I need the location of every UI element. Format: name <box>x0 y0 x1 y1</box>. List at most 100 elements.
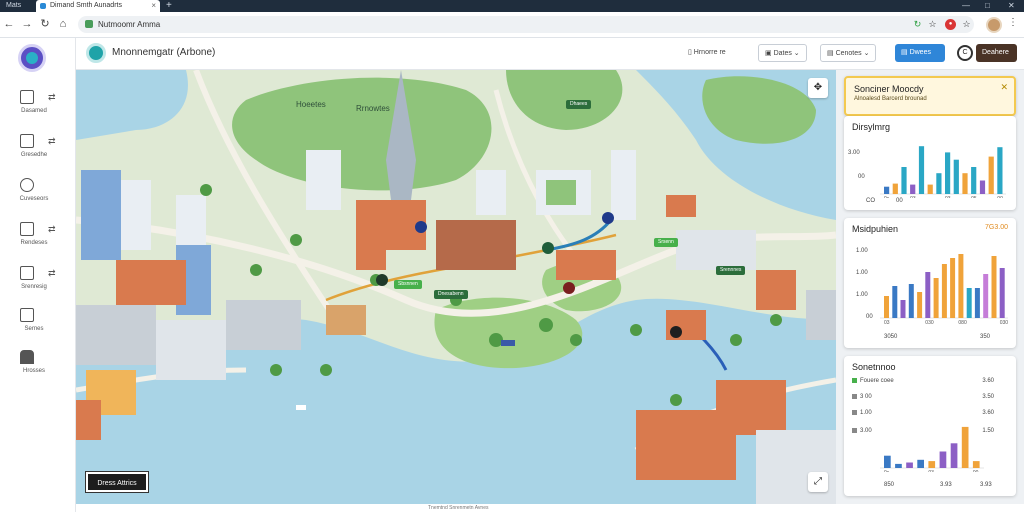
map-app-icon <box>86 43 106 63</box>
chart-bar <box>892 286 898 318</box>
compass-icon[interactable]: ✥ <box>808 78 828 98</box>
x-tick-label: 0s <box>884 196 890 198</box>
browser-tab-active[interactable]: Dimand Smth Aunadrts × <box>36 0 160 12</box>
cenotes-dropdown-label: Cenotes <box>835 50 862 57</box>
minimize-icon[interactable]: — <box>962 0 970 12</box>
back-icon[interactable]: ← <box>2 17 16 31</box>
alert-subtitle: Alnoalesd Barcerd brounad <box>854 96 927 102</box>
page-title: Mnonnemgatr (Arbone) <box>112 47 216 58</box>
url-bar[interactable]: Nutmoomr Amma ↻ ☆ ● ☆ <box>78 16 974 33</box>
sidebar-item-label: Dasamed <box>21 108 47 114</box>
filter-button[interactable]: ▯ Hrnorre re <box>682 44 732 62</box>
cenotes-dropdown[interactable]: ▤ Cenotes ⌄ <box>820 44 877 62</box>
map-route-tag[interactable]: Dnesabenn <box>434 290 468 299</box>
legend-value: 3.50 <box>982 394 994 400</box>
deahere-button[interactable]: Deahere <box>976 44 1017 62</box>
chart-bar <box>991 256 997 318</box>
map-route-tag[interactable]: Sbsnnen <box>394 280 422 289</box>
list-icon <box>20 308 34 322</box>
home-icon[interactable]: ⌂ <box>56 17 70 31</box>
chart-bar <box>983 274 989 318</box>
sidebar-item-label: Sernes <box>24 326 44 332</box>
legend-swatch <box>852 394 857 399</box>
sidebar-item-srenresig[interactable]: ⇄ Srenresig <box>6 266 70 306</box>
map-place-label: Rrnowtes <box>356 104 390 113</box>
sidebar-item-gresedhe[interactable]: ⇄ Gresedhe <box>6 134 70 174</box>
chart-bar <box>950 443 958 468</box>
new-tab-button[interactable]: + <box>166 0 172 11</box>
sidebar-item-label: Rendeses <box>20 240 48 246</box>
gauge-icon <box>20 178 34 192</box>
legend-value: 3.60 <box>982 378 994 384</box>
chart-bar <box>917 292 923 318</box>
chart-bar <box>933 278 939 318</box>
chart-bar <box>884 296 889 318</box>
x-tick-label: 00 <box>896 198 903 204</box>
dates-dropdown-label: Dates <box>773 50 792 57</box>
expand-icon: ⇄ <box>48 136 56 146</box>
chart-bar <box>884 186 890 194</box>
sidebar-item-label: Cuveseors <box>19 196 49 202</box>
chart-card-value: 7G3.00 <box>985 224 1008 231</box>
avatar[interactable] <box>986 17 1002 33</box>
chart-bar <box>936 173 942 194</box>
map-route-tag[interactable]: Srennnes <box>716 266 746 275</box>
chart-bar <box>918 146 925 194</box>
sidebar-item-cuveseors[interactable]: Cuveseors <box>6 178 70 218</box>
refresh-icon[interactable]: C <box>957 45 973 61</box>
map-route-tag[interactable]: Srsenn <box>654 238 678 247</box>
chart-bar <box>979 180 986 194</box>
chart-bar <box>962 173 968 194</box>
site-lock-icon <box>85 20 93 28</box>
close-icon[interactable]: ✕ <box>1000 82 1008 93</box>
document-icon <box>20 222 34 236</box>
x-tick-label: 850 <box>884 482 895 488</box>
chart-bar <box>958 254 964 318</box>
deahere-button-label: Deahere <box>982 49 1009 56</box>
chart-card-title: Sonetnnoo <box>852 362 896 372</box>
chart-card-title: Msidpuhien <box>852 224 899 234</box>
sidebar-item-rendeses[interactable]: ⇄ Rendeses <box>6 222 70 262</box>
map-route-tag[interactable]: Dhaees <box>566 100 592 109</box>
chart-bar <box>901 167 907 194</box>
close-window-icon[interactable]: ✕ <box>1008 0 1015 12</box>
chart-bar <box>917 459 924 468</box>
bookmark-icon[interactable]: ☆ <box>961 19 972 30</box>
dates-dropdown[interactable]: ▣ Dates ⌄ <box>758 44 807 62</box>
reload-icon[interactable]: ↻ <box>38 17 52 31</box>
legend-label: Fouere coee <box>860 378 894 385</box>
notification-icon[interactable]: ● <box>945 19 956 30</box>
x-tick-label: 03 <box>910 196 916 198</box>
fullscreen-icon[interactable]: ⤢ <box>808 472 828 492</box>
close-tab-icon[interactable]: × <box>151 0 156 12</box>
maximize-icon[interactable]: □ <box>985 0 990 12</box>
x-tick-label: 05 <box>971 196 977 198</box>
sidebar-item-sernes[interactable]: Sernes <box>6 308 70 348</box>
app-window: Mats Dimand Smth Aunadrts × + — □ ✕ ← → … <box>0 0 1024 512</box>
analytics-panel: Sonciner Moocdy Alnoalesd Barcerd brouna… <box>836 70 1024 504</box>
star-icon[interactable]: ☆ <box>927 19 938 30</box>
tab-label: Mats <box>6 2 22 9</box>
sync-icon[interactable]: ↻ <box>912 19 923 30</box>
dwees-button[interactable]: ▤ Dwees <box>895 44 945 62</box>
sidebar-item-hrosses[interactable]: Hrosses <box>6 350 70 390</box>
chart-bar <box>925 272 931 318</box>
legend-row: 3 00 <box>852 394 872 400</box>
app-logo-icon[interactable] <box>18 44 46 72</box>
chart-bar <box>884 455 891 468</box>
chart-bar <box>892 183 898 194</box>
map-action-button[interactable]: Dress Attrics <box>86 472 148 492</box>
url-text: Nutmoomr Amma <box>98 20 161 29</box>
forward-icon[interactable]: → <box>20 17 34 31</box>
alert-title: Sonciner Moocdy <box>854 84 924 94</box>
browser-menu-icon[interactable]: ⋮ <box>1008 17 1018 28</box>
sidebar-item-dasamed[interactable]: ⇄ Dasamed <box>6 90 70 130</box>
map-view[interactable]: Hoeetes Rrnowtes Dnesabenn Sbsnnen Srenn… <box>76 70 836 504</box>
chart-bar <box>939 451 947 468</box>
browser-tab[interactable]: Mats <box>0 0 32 12</box>
chart-bar <box>906 462 913 468</box>
expand-icon: ⇄ <box>48 268 56 278</box>
dwees-button-label: Dwees <box>909 49 931 56</box>
chart-bar <box>988 156 994 194</box>
chart-bar <box>972 461 980 468</box>
